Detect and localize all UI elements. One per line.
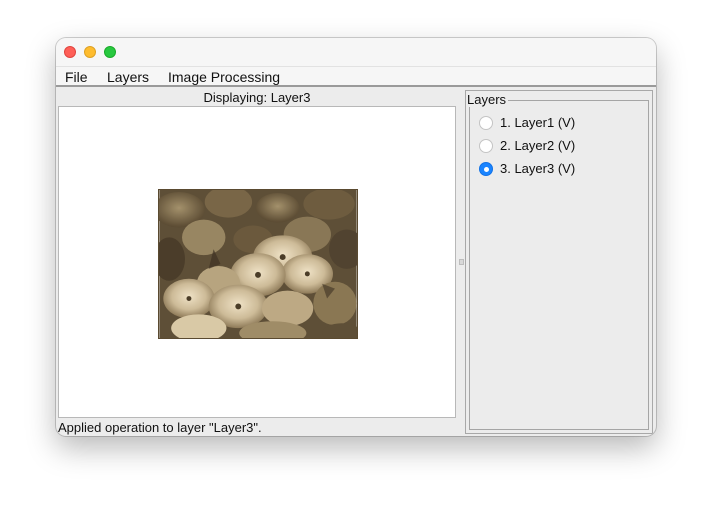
minimize-window-button[interactable]: [84, 46, 96, 58]
menu-file[interactable]: File: [65, 68, 88, 87]
menu-image-processing[interactable]: Image Processing: [168, 68, 280, 87]
layer-option-label: 2. Layer2 (V): [500, 138, 576, 153]
maximize-window-button[interactable]: [104, 46, 116, 58]
radio-button[interactable]: [479, 139, 493, 153]
radio-button[interactable]: [479, 116, 493, 130]
layer-image: [158, 189, 358, 339]
image-canvas[interactable]: [58, 106, 456, 418]
menu-bar: File Layers Image Processing: [56, 66, 656, 87]
status-bar: Applied operation to layer "Layer3".: [58, 420, 262, 435]
app-window: File Layers Image Processing Displaying:…: [56, 38, 656, 436]
close-window-button[interactable]: [64, 46, 76, 58]
radio-button-selected[interactable]: [479, 162, 493, 176]
display-title: Displaying: Layer3: [203, 90, 311, 105]
layers-group-title: Layers: [466, 92, 509, 107]
title-bar: [56, 38, 656, 66]
display-panel: Displaying: Layer3 Applied operation to …: [56, 89, 458, 436]
menu-layers[interactable]: Layers: [107, 68, 149, 87]
splitter-grip-icon[interactable]: [459, 259, 464, 265]
layer-option-label: 3. Layer3 (V): [500, 161, 576, 176]
split-pane-divider[interactable]: [458, 89, 464, 436]
layer-option-label: 1. Layer1 (V): [500, 115, 576, 130]
